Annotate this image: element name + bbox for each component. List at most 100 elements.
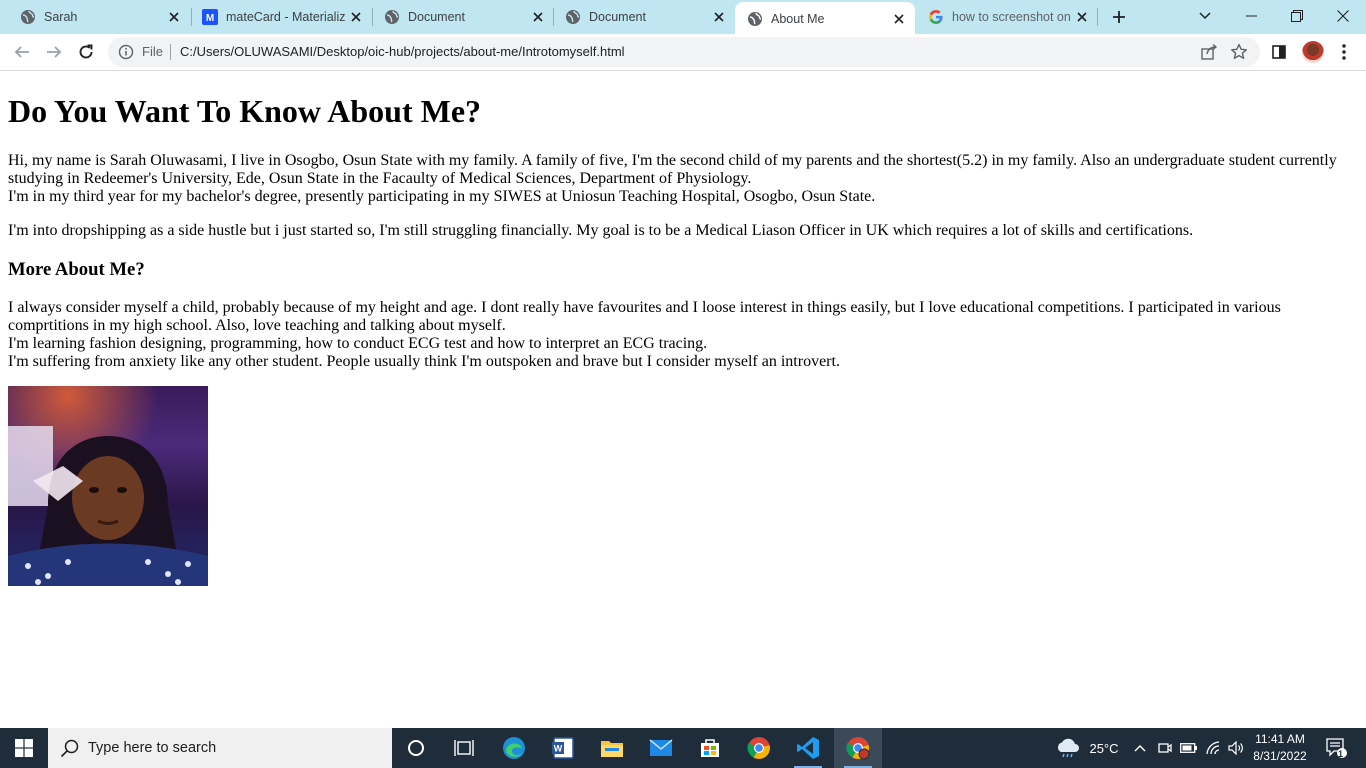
reload-button[interactable] (74, 40, 98, 64)
tab-divider (1097, 8, 1098, 26)
intro-text: I'm in my third year for my bachelor's d… (8, 188, 876, 205)
edge-icon (503, 737, 525, 759)
globe-icon (384, 9, 400, 25)
weather-button[interactable] (1054, 728, 1082, 768)
side-panel-button[interactable] (1269, 42, 1289, 62)
battery-status[interactable] (1178, 728, 1200, 768)
chevron-down-icon (1199, 12, 1211, 20)
taskbar-word[interactable]: W (539, 728, 587, 768)
svg-text:W: W (554, 744, 563, 754)
page-content: Do You Want To Know About Me? Hi, my nam… (0, 72, 1366, 728)
temperature[interactable]: 25°C (1084, 728, 1124, 768)
arrow-right-icon (47, 46, 62, 58)
globe-icon (747, 11, 763, 27)
notification-icon (1326, 738, 1347, 758)
tab-matecard[interactable]: M mateCard - Materializ (182, 0, 372, 34)
forward-button[interactable] (42, 40, 66, 64)
taskbar-chrome[interactable] (735, 728, 783, 768)
battery-icon (1180, 743, 1197, 753)
info-icon[interactable] (118, 44, 134, 60)
tab-search-button[interactable] (1182, 0, 1228, 32)
chrome-icon (747, 737, 770, 759)
more-text: I'm suffering from anxiety like any othe… (8, 353, 840, 370)
globe-icon (565, 9, 581, 25)
taskbar-chrome-profile[interactable] (834, 728, 882, 768)
store-icon (701, 739, 719, 757)
minimize-button[interactable] (1228, 0, 1274, 32)
vscode-icon (797, 737, 819, 759)
restore-button[interactable] (1274, 0, 1320, 32)
more-paragraph: I always consider myself a child, probab… (8, 299, 1353, 371)
close-icon[interactable] (164, 7, 184, 27)
close-icon[interactable] (346, 7, 366, 27)
reload-icon (79, 44, 93, 59)
page-heading: Do You Want To Know About Me? (8, 93, 482, 129)
tab-google-search[interactable]: how to screenshot on (908, 0, 1098, 34)
search-placeholder: Type here to search (88, 740, 217, 756)
close-icon (1337, 10, 1349, 22)
windows-taskbar: Type here to search W 25°C 11:41 AM 8/31… (0, 728, 1366, 768)
tab-title: Document (408, 10, 465, 24)
system-clock[interactable]: 11:41 AM 8/31/2022 (1244, 731, 1316, 765)
taskbar-store[interactable] (686, 728, 734, 768)
search-icon (60, 739, 79, 758)
chrome-icon (846, 737, 870, 760)
close-icon[interactable] (709, 7, 729, 27)
mail-icon (649, 739, 673, 756)
close-icon[interactable] (1072, 7, 1092, 27)
arrow-left-icon (14, 46, 29, 58)
minimize-icon (1245, 15, 1257, 17)
tab-document-2[interactable]: Document (545, 0, 735, 34)
start-button[interactable] (0, 728, 48, 768)
plus-icon (1113, 11, 1125, 23)
speaker-icon (1228, 741, 1243, 755)
cortana-button[interactable] (392, 728, 440, 768)
close-icon[interactable] (889, 9, 909, 29)
address-bar[interactable]: File C:/Users/OLUWASAMI/Desktop/oic-hub/… (108, 37, 1260, 67)
taskbar-edge[interactable] (490, 728, 538, 768)
clock-date: 8/31/2022 (1253, 749, 1307, 763)
tab-title: About Me (771, 12, 825, 26)
more-text: I always consider myself a child, probab… (8, 299, 1281, 334)
meet-now[interactable] (1155, 728, 1175, 768)
volume-control[interactable] (1226, 728, 1246, 768)
taskbar-file-explorer[interactable] (588, 728, 636, 768)
network-status[interactable] (1203, 728, 1223, 768)
task-view-button[interactable] (440, 728, 488, 768)
notification-count: 1 (1338, 749, 1344, 759)
folder-icon (601, 741, 623, 757)
bookmark-star-icon[interactable] (1230, 43, 1248, 61)
close-window-button[interactable] (1320, 0, 1366, 32)
tab-document-1[interactable]: Document (364, 0, 554, 34)
share-icon[interactable] (1200, 43, 1218, 61)
taskbar-search-box[interactable]: Type here to search (48, 728, 392, 768)
tab-title: how to screenshot on (952, 10, 1071, 24)
restore-icon (1291, 10, 1303, 22)
chevron-up-icon (1134, 745, 1146, 752)
cloud-rain-icon (1057, 738, 1079, 758)
side-panel-icon (1272, 45, 1286, 59)
taskbar-mail[interactable] (637, 728, 685, 768)
action-center[interactable]: 1 (1320, 728, 1354, 768)
back-button[interactable] (10, 40, 34, 64)
tab-sarah[interactable]: Sarah (0, 0, 190, 34)
clock-time: 11:41 AM (1255, 732, 1305, 746)
tab-title: Sarah (44, 10, 78, 24)
tab-strip: Sarah M mateCard - Materializ Document D… (0, 0, 1366, 36)
show-hidden-icons[interactable] (1130, 728, 1150, 768)
taskbar-vscode[interactable] (784, 728, 832, 768)
new-tab-button[interactable] (1108, 6, 1130, 28)
profile-avatar[interactable] (1302, 41, 1324, 63)
tab-title: Document (589, 10, 646, 24)
profile-photo (8, 386, 208, 586)
svg-text:M: M (206, 13, 214, 24)
camera-icon (1158, 743, 1172, 753)
more-text: I'm learning fashion designing, programm… (8, 335, 708, 352)
menu-button[interactable] (1334, 42, 1354, 62)
globe-icon (20, 9, 36, 25)
url-text[interactable]: C:/Users/OLUWASAMI/Desktop/oic-hub/proje… (180, 44, 625, 59)
materialize-icon: M (202, 9, 218, 25)
tab-about-me[interactable]: About Me (735, 2, 915, 36)
scheme-label: File (142, 44, 163, 59)
more-vertical-icon (1342, 44, 1346, 60)
